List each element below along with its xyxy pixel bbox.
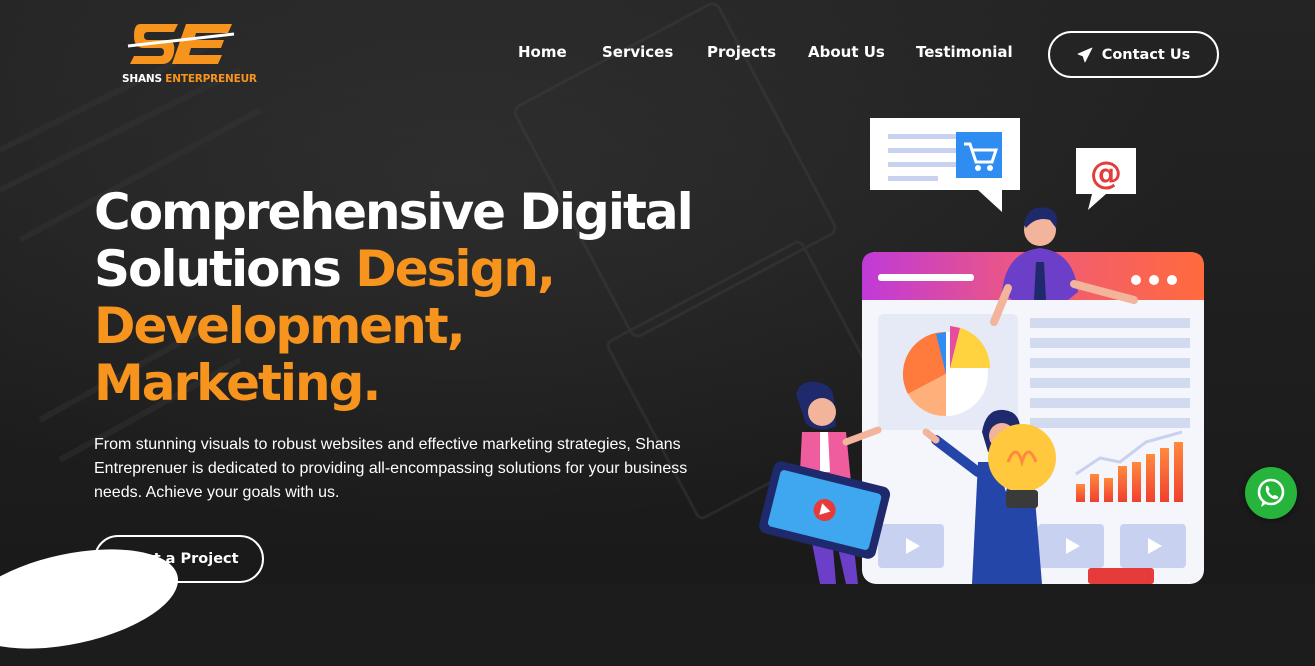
hero-title-line1: Comprehensive Digital [94, 183, 694, 241]
nav-item-testimonial[interactable]: Testimonial [916, 43, 1013, 61]
whatsapp-icon [1257, 478, 1285, 507]
se-logo-icon [127, 24, 235, 64]
hero-title-line2: Solutions [94, 240, 356, 298]
brand-name-part1: SHANS [122, 73, 162, 85]
start-project-label: Start a Project [119, 551, 239, 567]
contact-us-button[interactable]: Contact Us [1048, 31, 1219, 78]
brand-name-part2: ENTERPRENEUR [165, 73, 257, 85]
nav-item-services[interactable]: Services [602, 43, 673, 61]
whatsapp-button[interactable] [1245, 467, 1297, 519]
hero-description: From stunning visuals to robust websites… [94, 436, 688, 501]
hero-illustration: @ [759, 118, 1204, 584]
hero-title-accent-marketing: Marketing. [94, 354, 381, 412]
contact-us-label: Contact Us [1101, 46, 1191, 63]
hero-title-accent-development: Development, [94, 297, 466, 355]
gift-box [1088, 568, 1154, 584]
paper-plane-icon [1077, 47, 1093, 62]
start-project-button[interactable]: Start a Project [94, 535, 264, 583]
hero-title: Comprehensive Digital Solutions Design, … [94, 183, 694, 412]
nav-item-home[interactable]: Home [518, 43, 567, 61]
nav-item-about-us[interactable]: About Us [808, 43, 885, 61]
hero-title-accent-design: Design, [355, 240, 556, 298]
brand-logo[interactable]: SHANS ENTERPRENEUR [122, 20, 257, 90]
email-at-icon: @ [1090, 154, 1122, 192]
brand-name: SHANS ENTERPRENEUR [122, 73, 257, 85]
email-bubble: @ [1076, 148, 1136, 210]
cart-bubble [870, 118, 1020, 212]
nav-item-projects[interactable]: Projects [707, 43, 776, 61]
